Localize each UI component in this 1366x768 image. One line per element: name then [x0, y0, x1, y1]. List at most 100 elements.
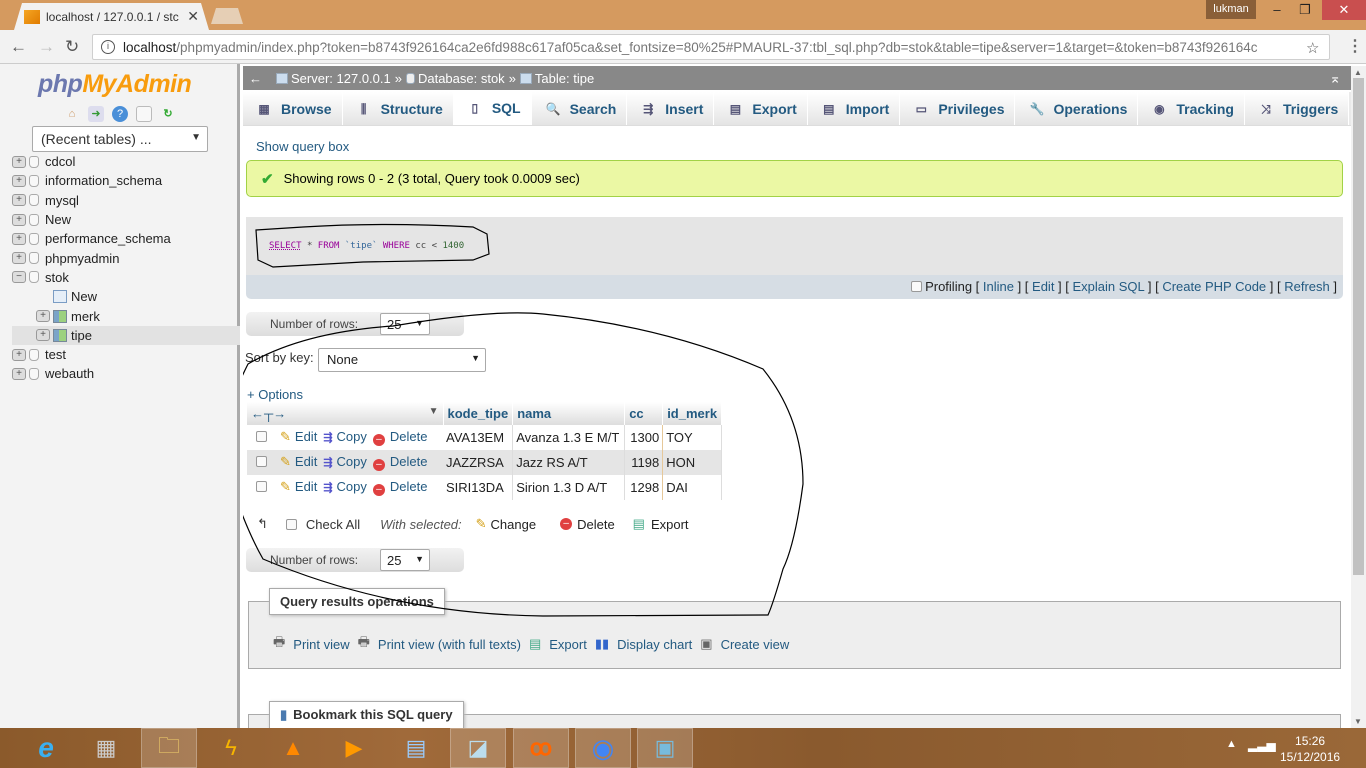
- expand-icon[interactable]: +: [36, 329, 50, 342]
- bulk-change-button[interactable]: Change: [491, 517, 537, 532]
- tab-triggers[interactable]: ⤨ Triggers: [1244, 92, 1350, 125]
- reload-icon[interactable]: ↻: [65, 37, 79, 57]
- tree-item-information-schema[interactable]: + information_schema: [12, 171, 240, 190]
- window-close-icon[interactable]: ✕: [1322, 0, 1366, 20]
- scroll-down-icon[interactable]: ▼: [1354, 717, 1362, 726]
- tree-item-label[interactable]: test: [45, 347, 66, 362]
- help-icon[interactable]: ?: [112, 106, 128, 122]
- cell-nama[interactable]: Sirion 1.3 D A/T: [512, 475, 626, 500]
- expand-icon[interactable]: +: [12, 213, 26, 226]
- browser-menu-icon[interactable]: ⋮: [1347, 36, 1363, 56]
- tab-privileges[interactable]: ▭ Privileges: [900, 92, 1016, 125]
- column-resize-header[interactable]: ←┬→ ▼: [247, 402, 444, 425]
- explain-sql-link[interactable]: Explain SQL: [1073, 279, 1145, 294]
- bookmark-legend[interactable]: ▮ Bookmark this SQL query: [269, 701, 464, 728]
- tab-insert[interactable]: ⇶ Insert: [627, 92, 715, 125]
- tab-structure[interactable]: ⫼ Structure: [342, 92, 454, 125]
- column-menu-icon[interactable]: ▼: [429, 406, 439, 417]
- tree-item-new[interactable]: New: [12, 287, 240, 306]
- tree-item-label[interactable]: cdcol: [45, 154, 75, 169]
- tree-item-new[interactable]: + New: [12, 210, 240, 229]
- breadcrumb-database[interactable]: Database: stok: [418, 71, 505, 86]
- tree-item-label[interactable]: information_schema: [45, 173, 162, 188]
- reload-navigation-icon[interactable]: ↻: [160, 106, 176, 122]
- copy-row-link[interactable]: Copy: [337, 454, 367, 469]
- expand-icon[interactable]: +: [36, 310, 50, 323]
- check-all-checkbox[interactable]: [285, 518, 297, 530]
- tree-item-merk[interactable]: + merk: [12, 306, 240, 325]
- network-icon[interactable]: ▂▃▅: [1248, 738, 1276, 752]
- tree-item-label[interactable]: mysql: [45, 193, 79, 208]
- show-hidden-icons[interactable]: ▲: [1226, 738, 1237, 750]
- recent-tables-select[interactable]: (Recent tables) ... ▼: [32, 126, 208, 152]
- column-header[interactable]: cc: [624, 402, 664, 425]
- tree-item-label[interactable]: performance_schema: [45, 231, 171, 246]
- tree-item-webauth[interactable]: + webauth: [12, 364, 240, 383]
- expand-icon[interactable]: +: [12, 232, 26, 245]
- delete-row-link[interactable]: Delete: [390, 429, 428, 444]
- breadcrumb-table[interactable]: Table: tipe: [535, 71, 594, 86]
- tab-operations[interactable]: 🔧 Operations: [1015, 92, 1139, 125]
- tab-close-icon[interactable]: ✕: [187, 8, 199, 25]
- phpmyadmin-logo[interactable]: phpMyAdmin: [38, 70, 192, 99]
- tree-item-phpmyadmin[interactable]: + phpmyadmin: [12, 248, 240, 267]
- tree-item-label[interactable]: merk: [71, 309, 100, 324]
- number-of-rows-select[interactable]: 25 ▼: [380, 549, 430, 571]
- tree-item-cdcol[interactable]: + cdcol: [12, 152, 240, 171]
- expand-icon[interactable]: +: [12, 194, 26, 207]
- scroll-up-icon[interactable]: ▲: [1354, 68, 1362, 77]
- file-explorer-icon[interactable]: 🗀: [141, 728, 197, 768]
- column-header[interactable]: kode_tipe: [443, 402, 514, 425]
- tab-export[interactable]: ▤ Export: [714, 92, 808, 125]
- copy-row-link[interactable]: Copy: [337, 429, 367, 444]
- export-link[interactable]: Export: [549, 637, 587, 652]
- tree-item-performance-schema[interactable]: + performance_schema: [12, 229, 240, 248]
- collapse-icon[interactable]: −: [12, 271, 26, 284]
- row-checkbox[interactable]: [256, 481, 267, 492]
- bulk-delete-button[interactable]: Delete: [577, 517, 615, 532]
- create-php-code-link[interactable]: Create PHP Code: [1162, 279, 1266, 294]
- edit-row-link[interactable]: Edit: [295, 454, 317, 469]
- media-player-icon[interactable]: ▶: [326, 728, 382, 768]
- forward-icon[interactable]: →: [38, 37, 55, 57]
- expand-icon[interactable]: +: [12, 367, 26, 380]
- print-view-link[interactable]: Print view: [293, 637, 349, 652]
- breadcrumb-server[interactable]: Server: 127.0.0.1: [291, 71, 391, 86]
- edit-query-link[interactable]: Edit: [1032, 279, 1054, 294]
- expand-icon[interactable]: +: [12, 348, 26, 361]
- address-bar[interactable]: i localhost/phpmyadmin/index.php?token=b…: [92, 34, 1330, 60]
- tree-item-label[interactable]: New: [71, 289, 97, 304]
- cell-id-merk[interactable]: HON: [662, 450, 723, 475]
- cell-kode-tipe[interactable]: SIRI13DA: [443, 475, 514, 500]
- row-checkbox[interactable]: [256, 456, 267, 467]
- cell-kode-tipe[interactable]: AVA13EM: [443, 425, 514, 450]
- expand-icon[interactable]: +: [12, 252, 26, 265]
- cell-cc[interactable]: 1300: [624, 425, 664, 450]
- cell-kode-tipe[interactable]: JAZZRSA: [443, 450, 514, 475]
- sql-keyword-select[interactable]: SELECT: [269, 241, 302, 251]
- expand-icon[interactable]: +: [12, 155, 26, 168]
- home-icon[interactable]: ⌂: [64, 106, 80, 122]
- new-tab-button[interactable]: [211, 8, 243, 24]
- restore-icon[interactable]: ❐: [1290, 0, 1320, 20]
- cell-id-merk[interactable]: DAI: [662, 475, 723, 500]
- cell-cc[interactable]: 1198: [624, 450, 664, 475]
- tree-item-label[interactable]: tipe: [71, 328, 92, 343]
- cell-nama[interactable]: Avanza 1.3 E M/T: [512, 425, 626, 450]
- display-chart-link[interactable]: Display chart: [617, 637, 692, 652]
- tab-import[interactable]: ▤ Import: [807, 92, 901, 125]
- logout-icon[interactable]: ➜: [88, 106, 104, 122]
- xampp-icon[interactable]: ꝏ: [513, 728, 569, 768]
- tab-tracking[interactable]: ◉ Tracking: [1138, 92, 1245, 125]
- bulk-export-button[interactable]: Export: [651, 517, 689, 532]
- create-view-link[interactable]: Create view: [721, 637, 790, 652]
- tree-item-label[interactable]: webauth: [45, 366, 94, 381]
- delete-row-link[interactable]: Delete: [390, 454, 428, 469]
- profile-badge[interactable]: lukman: [1206, 0, 1256, 19]
- page-scrollbar[interactable]: ▲ ▼: [1351, 66, 1366, 728]
- tree-item-label[interactable]: stok: [45, 270, 69, 285]
- scroll-top-icon[interactable]: ⌅: [1329, 70, 1341, 87]
- photos-icon[interactable]: ▣: [637, 728, 693, 768]
- inline-link[interactable]: Inline: [983, 279, 1014, 294]
- row-checkbox[interactable]: [256, 431, 267, 442]
